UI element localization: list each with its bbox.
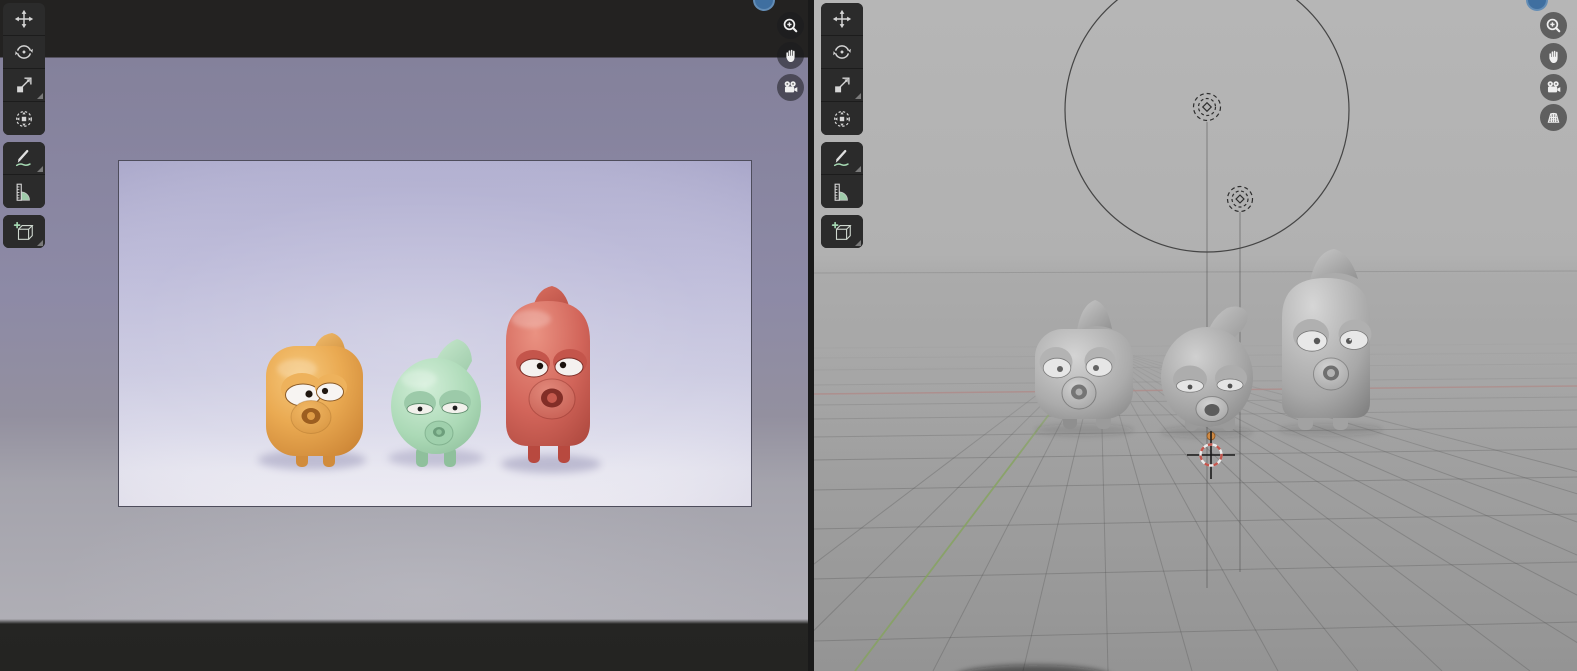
tool-scale-button[interactable]	[821, 69, 863, 102]
transform-icon	[16, 110, 32, 127]
relish-mouth	[424, 420, 454, 446]
tool-move-button[interactable]	[821, 3, 863, 36]
perspective-grid-icon	[1547, 112, 1560, 123]
tool-transform-button[interactable]	[821, 102, 863, 135]
tool-annotate-button[interactable]	[821, 142, 863, 175]
rendered-scene	[119, 161, 751, 506]
zoom-in-icon	[1546, 18, 1561, 33]
mustard-mouth	[290, 400, 332, 434]
zoom-in-button[interactable]	[1540, 12, 1567, 39]
tool-rotate-button[interactable]	[3, 36, 45, 69]
pan-hand-button[interactable]	[1540, 43, 1567, 70]
annotate-icon	[833, 149, 849, 167]
tool-measure-button[interactable]	[3, 175, 45, 208]
tool-annotate-button[interactable]	[3, 142, 45, 175]
round-left-eye	[1173, 365, 1207, 393]
square-mouth	[1061, 376, 1097, 410]
round-right-eye	[1215, 365, 1247, 392]
tool-transform-button[interactable]	[3, 102, 45, 135]
zoom-in-button[interactable]	[777, 12, 804, 39]
camera-icon	[1547, 81, 1561, 93]
move-icon	[14, 9, 34, 29]
tall-mouth	[1313, 357, 1349, 391]
tool-add-cube-button[interactable]	[3, 215, 45, 248]
transform-icon	[834, 110, 850, 127]
tool-measure-button[interactable]	[821, 175, 863, 208]
subtool-indicator	[855, 93, 861, 99]
pan-hand-icon	[785, 49, 795, 62]
annotate-tool-group	[821, 142, 863, 208]
viewport-camera-render[interactable]	[0, 0, 813, 671]
editor-divider[interactable]	[808, 0, 814, 671]
pan-hand-icon	[1548, 50, 1558, 63]
annotate-tool-group	[3, 142, 45, 208]
toolbar-left	[3, 3, 45, 255]
scale-icon	[17, 77, 32, 93]
relish-left-eye	[404, 391, 436, 415]
bottom-edge-shadow	[965, 665, 1101, 671]
measure-icon	[16, 183, 30, 201]
transform-tool-group	[3, 3, 45, 135]
pan-hand-button[interactable]	[777, 42, 804, 69]
camera-view-button[interactable]	[1540, 74, 1567, 101]
annotate-icon	[15, 149, 31, 167]
app-window	[0, 0, 1577, 671]
solid-scene	[813, 0, 1577, 671]
toolbar-right	[821, 3, 863, 255]
scale-icon	[835, 77, 850, 93]
add-cube-icon	[831, 221, 852, 240]
character-tall-gray[interactable]	[1279, 249, 1383, 436]
ketchup-mouth	[528, 378, 576, 420]
zoom-in-icon	[783, 18, 798, 33]
add-cube-icon	[13, 221, 34, 240]
add-tool-group	[821, 215, 863, 248]
rotate-icon	[833, 45, 851, 59]
transform-tool-group	[821, 3, 863, 135]
tool-add-cube-button[interactable]	[821, 215, 863, 248]
add-tool-group	[3, 215, 45, 248]
camera-icon	[784, 81, 798, 93]
perspective-toggle-button[interactable]	[1540, 104, 1567, 131]
rotate-icon	[15, 45, 33, 59]
round-mouth	[1195, 396, 1229, 422]
subtool-indicator	[37, 166, 43, 172]
subtool-indicator	[855, 166, 861, 172]
camera-frame-border[interactable]	[118, 160, 752, 507]
move-icon	[832, 9, 852, 29]
subtool-indicator	[37, 93, 43, 99]
tool-move-button[interactable]	[3, 3, 45, 36]
subtool-indicator	[855, 240, 861, 246]
camera-view-button[interactable]	[777, 74, 804, 101]
tall-left-eye	[1293, 319, 1329, 352]
viewport-solid-view[interactable]	[813, 0, 1577, 671]
tool-rotate-button[interactable]	[821, 36, 863, 69]
navigation-gizmo-sphere[interactable]	[753, 0, 775, 11]
relish-right-eye	[439, 390, 471, 414]
measure-icon	[834, 183, 848, 201]
subtool-indicator	[37, 240, 43, 246]
tool-scale-button[interactable]	[3, 69, 45, 102]
backdrop-edge-line	[813, 270, 1577, 274]
